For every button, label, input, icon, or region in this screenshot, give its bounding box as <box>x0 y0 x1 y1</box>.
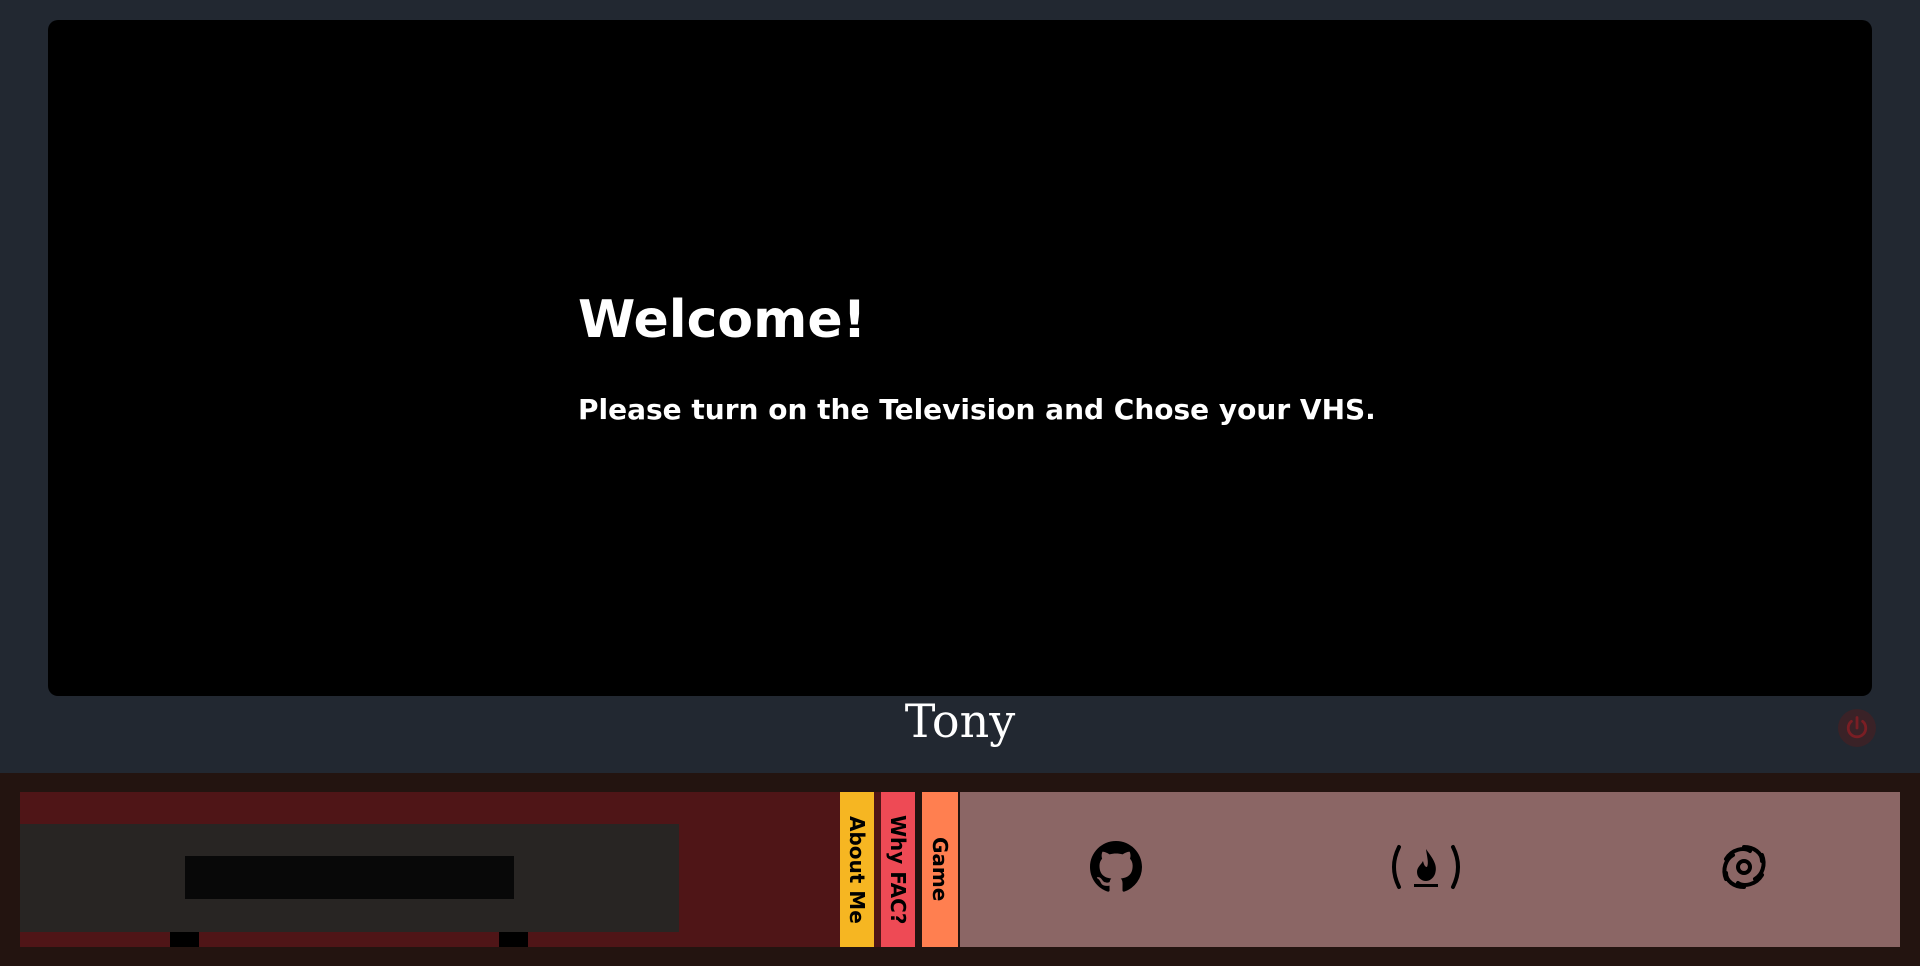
vcr-foot-right <box>499 932 528 947</box>
vhs-tape-label: About Me <box>845 815 869 924</box>
freecodecamp-link[interactable] <box>1386 840 1466 894</box>
github-icon <box>1090 841 1142 892</box>
codewars-icon <box>1722 845 1766 889</box>
tv-screen: Welcome! Please turn on the Television a… <box>48 20 1872 696</box>
vhs-tape-game[interactable]: Game <box>922 792 958 947</box>
vcr-tape-slot[interactable] <box>185 856 514 899</box>
vhs-tape-label: Why FAC? <box>886 814 910 925</box>
welcome-title: Welcome! <box>578 290 867 350</box>
power-button[interactable] <box>1838 709 1876 747</box>
vhs-tape-about-me[interactable]: About Me <box>840 792 874 947</box>
vhs-tape-label: Game <box>928 837 952 902</box>
vhs-tape-why-fac[interactable]: Why FAC? <box>881 792 915 947</box>
power-icon <box>1846 716 1868 739</box>
tv-brand: Tony <box>904 694 1016 748</box>
freecodecamp-icon <box>1392 845 1460 889</box>
github-link[interactable] <box>1086 840 1146 894</box>
codewars-link[interactable] <box>1714 840 1774 894</box>
vcr-foot-left <box>170 932 199 947</box>
welcome-message: Please turn on the Television and Chose … <box>578 393 1376 426</box>
